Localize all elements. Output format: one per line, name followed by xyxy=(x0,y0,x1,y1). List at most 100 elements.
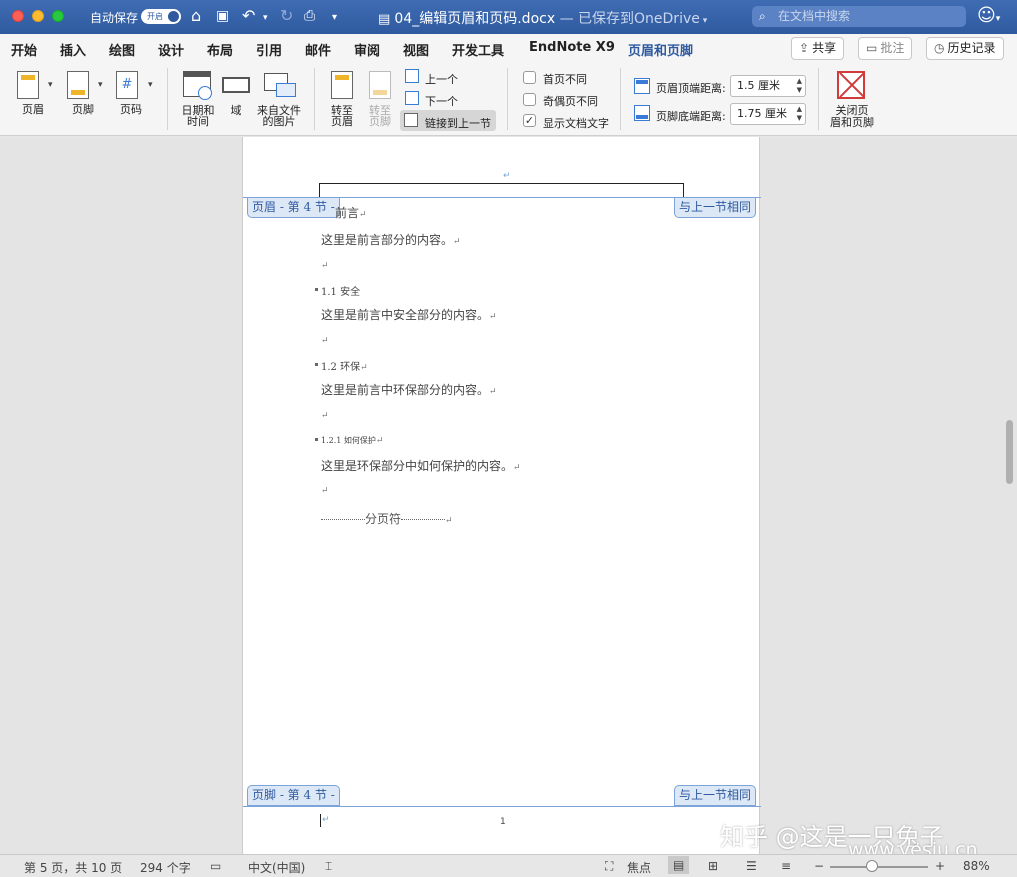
paragraph-environment[interactable]: 这里是前言中环保部分的内容。↵ xyxy=(321,381,497,398)
field-label: 域 xyxy=(230,104,242,117)
heading-how-to-protect[interactable]: 1.2.1 如何保护↵ xyxy=(315,435,383,446)
feedback-smiley-icon[interactable]: ☺▾ xyxy=(977,5,1000,26)
close-header-footer-button[interactable]: 关闭页 眉和页脚 xyxy=(826,105,878,129)
header-from-top-stepper[interactable]: 1.5 厘米 ▲ ▼ xyxy=(730,75,806,97)
language[interactable]: 中文(中国) xyxy=(248,859,305,876)
stepper-arrows-icon[interactable]: ▲ ▼ xyxy=(797,77,802,95)
page-number-button[interactable]: # 页码 xyxy=(111,71,151,121)
comments-button[interactable]: ▭ 批注 xyxy=(858,37,913,60)
field-button[interactable]: 域 xyxy=(220,71,252,121)
paragraph-mark: ↵ xyxy=(513,463,521,473)
tab-view[interactable]: 视图 xyxy=(403,40,429,59)
page-break-marker[interactable]: 分页符 ↵ xyxy=(321,510,453,527)
heading-environment-text: 1.2 环保 xyxy=(321,362,361,373)
footer-from-bottom-label: 页脚底端距离: xyxy=(656,110,726,123)
title-dropdown-icon[interactable]: ▾ xyxy=(700,16,708,26)
tab-endnote[interactable]: EndNote X9 xyxy=(529,40,615,55)
page-number-dropdown-icon[interactable]: ▾ xyxy=(148,80,153,90)
footer-button[interactable]: 页脚 xyxy=(63,71,103,121)
autosave-toggle[interactable]: 开启 xyxy=(141,9,181,24)
tab-layout[interactable]: 布局 xyxy=(207,40,233,59)
tab-insert[interactable]: 插入 xyxy=(60,40,86,59)
header-button[interactable]: 页眉 xyxy=(13,71,53,121)
outline-view-icon[interactable]: ☰ xyxy=(746,859,757,873)
paragraph-mark: ↵ xyxy=(453,237,461,247)
footer-paragraph-mark: ↵ xyxy=(322,815,330,825)
focus-icon[interactable]: ⛶ xyxy=(605,859,613,874)
picture-from-file-button[interactable]: 来自文件 的图片 xyxy=(256,71,302,129)
vertical-scrollbar[interactable] xyxy=(1006,420,1013,484)
close-window-button[interactable] xyxy=(12,10,24,22)
clock-icon xyxy=(198,86,212,100)
goto-footer-icon xyxy=(369,71,391,99)
paragraph-how-to-protect-text: 这里是环保部分中如何保护的内容。 xyxy=(321,459,514,473)
track-changes-icon[interactable]: ⌶ xyxy=(325,859,332,874)
zoom-slider[interactable] xyxy=(830,866,928,868)
zoom-in-icon[interactable]: + xyxy=(935,859,945,873)
page-break-label: 分页符 xyxy=(365,512,402,526)
tab-draw[interactable]: 绘图 xyxy=(109,40,135,59)
tab-developer[interactable]: 开发工具 xyxy=(452,40,504,59)
stepper-arrows-icon[interactable]: ▲ ▼ xyxy=(797,105,802,123)
proofing-icon[interactable]: ▭ xyxy=(210,859,221,873)
tab-header-footer[interactable]: 页眉和页脚 xyxy=(628,40,694,64)
print-icon[interactable]: ⎙ xyxy=(304,6,315,26)
document-page[interactable]: ↵ 页眉 - 第 4 节 - 与上一节相同 前言↵ 这里是前言部分的内容。↵ ↵… xyxy=(242,137,761,854)
zoom-level[interactable]: 88% xyxy=(963,859,990,873)
footer-dropdown-icon[interactable]: ▾ xyxy=(98,80,103,90)
header-dropdown-icon[interactable]: ▾ xyxy=(48,80,53,90)
different-odd-even-checkbox[interactable] xyxy=(523,93,536,106)
word-count[interactable]: 294 个字 xyxy=(140,859,191,876)
zoom-out-icon[interactable]: − xyxy=(814,859,824,873)
tab-mailings[interactable]: 邮件 xyxy=(305,40,331,59)
checkmark-icon: ✓ xyxy=(524,114,535,127)
footer-page-number: 1 xyxy=(500,817,506,827)
history-label: 历史记录 xyxy=(947,41,996,55)
history-button[interactable]: ◷ 历史记录 xyxy=(926,37,1004,60)
heading-safety[interactable]: 1.1 安全 xyxy=(315,283,360,298)
draft-view-icon[interactable]: ≡ xyxy=(781,859,791,873)
link-icon xyxy=(404,113,418,127)
focus-button[interactable]: 焦点 xyxy=(627,859,651,876)
goto-header-button[interactable]: 转至 页眉 xyxy=(324,71,360,129)
tab-home[interactable]: 开始 xyxy=(11,40,37,59)
ribbon-tabs: 开始 插入 绘图 设计 布局 引用 邮件 审阅 视图 开发工具 EndNote … xyxy=(0,34,1017,64)
close-label-2: 眉和页脚 xyxy=(830,116,874,129)
text-cursor xyxy=(320,814,321,827)
zoom-slider-handle[interactable] xyxy=(866,860,878,872)
paragraph-safety[interactable]: 这里是前言中安全部分的内容。↵ xyxy=(321,306,497,323)
print-layout-icon[interactable]: ▤ xyxy=(668,856,690,874)
undo-icon[interactable]: ↶ xyxy=(242,6,255,26)
footer-from-bottom-stepper[interactable]: 1.75 厘米 ▲ ▼ xyxy=(730,103,806,125)
paragraph-preface[interactable]: 这里是前言部分的内容。↵ xyxy=(321,231,461,248)
web-layout-icon[interactable]: ⊞ xyxy=(708,859,718,873)
undo-dropdown-icon[interactable]: ▾ xyxy=(263,8,268,28)
search-input[interactable]: ⌕ 在文档中搜索 xyxy=(752,6,966,27)
different-first-page-checkbox[interactable] xyxy=(523,71,536,84)
share-label: 共享 xyxy=(812,41,837,55)
close-header-footer-icon[interactable] xyxy=(837,71,865,99)
page-break-dots xyxy=(321,519,365,520)
tab-review[interactable]: 审阅 xyxy=(354,40,380,59)
next-icon xyxy=(405,91,419,105)
date-time-button[interactable]: 日期和 时间 xyxy=(178,71,218,129)
minimize-window-button[interactable] xyxy=(32,10,44,22)
tab-references[interactable]: 引用 xyxy=(256,40,282,59)
heading-preface[interactable]: 前言↵ xyxy=(335,204,367,221)
zoom-window-button[interactable] xyxy=(52,10,64,22)
page-info[interactable]: 第 5 页，共 10 页 xyxy=(24,859,122,876)
paragraph-how-to-protect[interactable]: 这里是环保部分中如何保护的内容。↵ xyxy=(321,457,521,474)
footer-boundary-line xyxy=(243,806,761,807)
comments-label: 批注 xyxy=(880,41,905,55)
customize-toolbar-icon[interactable]: ▾ xyxy=(332,8,337,28)
show-document-text-checkbox[interactable]: ✓ xyxy=(523,114,536,127)
paragraph-environment-text: 这里是前言中环保部分的内容。 xyxy=(321,383,490,397)
previous-button[interactable]: 上一个 xyxy=(425,71,458,87)
tab-design[interactable]: 设计 xyxy=(158,40,184,59)
next-button[interactable]: 下一个 xyxy=(425,93,458,109)
save-icon[interactable]: ▣ xyxy=(216,6,229,26)
heading-environment[interactable]: 1.2 环保↵ xyxy=(315,358,368,373)
share-button[interactable]: ⇪ 共享 xyxy=(791,37,845,60)
document-workspace[interactable]: ↵ 页眉 - 第 4 节 - 与上一节相同 前言↵ 这里是前言部分的内容。↵ ↵… xyxy=(0,137,1017,854)
home-icon[interactable]: ⌂ xyxy=(191,6,201,26)
